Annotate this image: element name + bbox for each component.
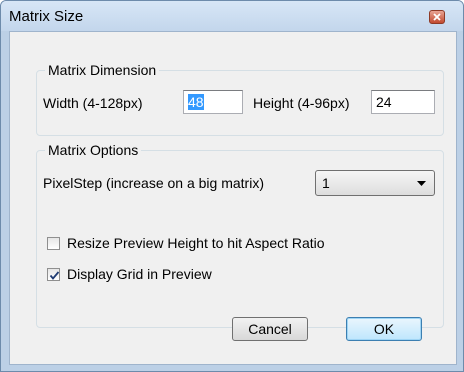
matrix-dimension-group: Matrix Dimension Width (4-128px) 48 Heig… [36,62,444,136]
matrix-size-dialog: Matrix Size Matrix Dimension Width (4-12… [0,0,464,372]
ok-button[interactable]: OK [346,317,422,341]
pixelstep-select[interactable]: 1 [315,170,435,196]
close-icon [433,13,441,21]
dialog-body: Matrix Dimension Width (4-128px) 48 Heig… [9,31,457,365]
width-label: Width (4-128px) [43,95,143,111]
width-input[interactable]: 48 [183,90,243,114]
pixelstep-label: PixelStep (increase on a big matrix) [43,175,264,191]
resize-preview-label[interactable]: Resize Preview Height to hit Aspect Rati… [67,235,325,251]
title-bar[interactable]: Matrix Size [1,1,463,31]
cancel-button[interactable]: Cancel [232,317,308,341]
close-button[interactable] [429,10,445,24]
pixelstep-value: 1 [322,175,330,191]
display-grid-checkbox[interactable] [47,268,60,281]
matrix-dimension-legend: Matrix Dimension [45,62,160,79]
window-title: Matrix Size [9,8,84,25]
height-label: Height (4-96px) [253,95,350,111]
width-value: 48 [188,94,204,110]
matrix-options-legend: Matrix Options [45,142,142,159]
resize-preview-checkbox[interactable] [47,237,60,250]
matrix-options-group: Matrix Options PixelStep (increase on a … [36,142,444,328]
height-input[interactable]: 24 [371,90,435,114]
display-grid-label[interactable]: Display Grid in Preview [67,266,212,282]
height-value: 24 [376,94,392,110]
chevron-down-icon [417,181,426,186]
checkmark-icon [49,271,60,280]
